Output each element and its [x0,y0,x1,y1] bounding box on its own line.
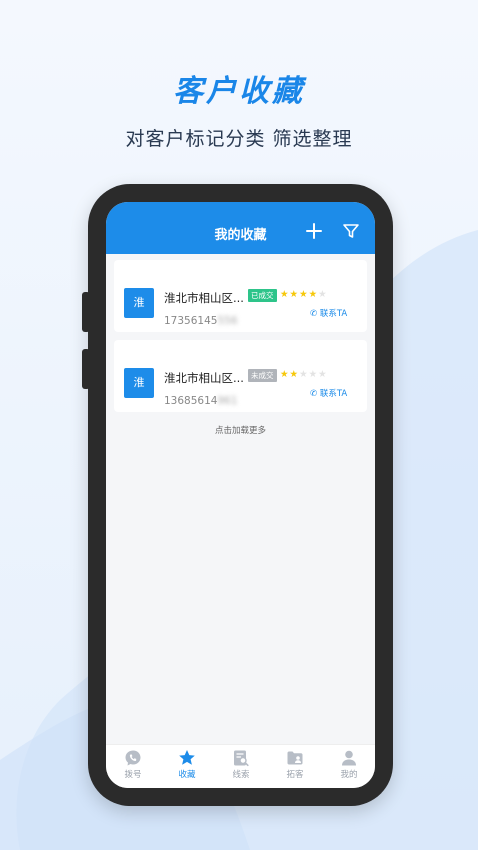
status-badge: 未成交 [248,369,277,382]
star-filled-icon: ★ [280,369,290,380]
star-filled-icon: ★ [289,289,300,300]
star-filled-icon: ★ [299,289,309,300]
load-more-link[interactable]: 点击加载更多 [106,424,375,436]
contact-label: 联系TA [319,309,348,319]
star-filled-icon: ★ [308,289,319,300]
phone-side-button [82,292,90,332]
star-empty-icon: ★ [308,369,319,380]
star-icon [179,750,195,765]
tab-profile[interactable]: 我的 [322,749,375,780]
tab-dial[interactable]: 拨号 [106,749,160,780]
bottom-tab-bar: 拨号 收藏 线索 拓客 我的 [106,744,375,788]
customer-card[interactable]: 淮 淮北市相山区... 未成交 ★★★★★ ✆ 联系TA 13685614961 [114,340,367,412]
tab-favorites[interactable]: 收藏 [160,749,214,780]
contact-label: 联系TA [319,389,348,399]
star-filled-icon: ★ [280,289,290,300]
filter-button[interactable] [342,222,360,240]
page-title: 我的收藏 [214,228,267,243]
phone-frame: 我的收藏 淮 淮北市相山区... 已成交 ★★★★★ ✆ 联系TA 173561… [82,184,393,806]
customer-avatar: 淮 [124,368,154,398]
customer-name: 淮北市相山区... [164,291,244,305]
phone-masked: 961 [217,395,238,407]
phone-visible: 17356145 [164,315,218,327]
title-bar: 我的收藏 [106,202,375,254]
customer-phone: 17356145556 [164,315,238,327]
phone-masked: 556 [217,315,238,327]
folder-user-icon [287,751,303,765]
customer-phone: 13685614961 [164,395,238,407]
plus-icon [306,223,322,239]
dial-icon [125,750,141,766]
tab-label: 收藏 [178,770,196,780]
profile-icon [342,750,356,766]
phone-icon: ✆ [310,309,318,319]
contact-button[interactable]: ✆ 联系TA [310,387,347,399]
clue-search-icon [234,750,249,767]
tab-label: 我的 [340,770,358,780]
tab-prospects[interactable]: 拓客 [268,749,322,780]
tab-clues[interactable]: 线索 [214,749,268,780]
star-empty-icon: ★ [318,289,328,300]
promo-subline: 对客户标记分类 筛选整理 [125,128,353,150]
star-empty-icon: ★ [318,369,328,380]
phone-visible: 13685614 [164,395,218,407]
tab-label: 拨号 [124,770,142,780]
star-empty-icon: ★ [299,369,309,380]
rating-stars: ★★★★★ [280,369,328,380]
contact-button[interactable]: ✆ 联系TA [310,307,347,319]
phone-side-button [82,349,90,389]
promo-headline: 客户收藏 [173,74,305,109]
star-filled-icon: ★ [289,369,300,380]
app-screen: 我的收藏 淮 淮北市相山区... 已成交 ★★★★★ ✆ 联系TA 173561… [106,202,375,788]
customer-avatar: 淮 [124,288,154,318]
phone-icon: ✆ [310,389,318,399]
customer-name: 淮北市相山区... [164,371,244,385]
status-badge: 已成交 [248,289,277,302]
customer-card[interactable]: 淮 淮北市相山区... 已成交 ★★★★★ ✆ 联系TA 17356145556 [114,260,367,332]
filter-icon [343,224,359,238]
rating-stars: ★★★★★ [280,289,328,300]
tab-label: 拓客 [286,770,304,780]
add-button[interactable] [303,220,325,242]
tab-label: 线索 [232,770,250,780]
